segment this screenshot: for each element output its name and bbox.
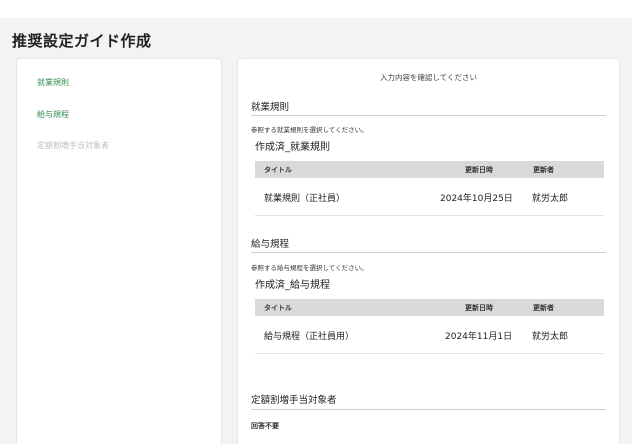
column-header-updated: 更新日時 <box>465 304 493 312</box>
table-title-work-rules: 作成済_就業規則 <box>255 142 330 153</box>
table-header-salary-rules: タイトル 更新日時 更新者 <box>255 299 604 316</box>
section-hint-salary-rules: 参照する給与規程を選択してください。 <box>251 264 368 272</box>
top-bar <box>0 0 632 18</box>
row-updater: 就労太郎 <box>532 194 569 204</box>
section-hint-work-rules: 参照する就業規則を選択してください。 <box>251 126 368 134</box>
table-row[interactable]: 給与規程（正社員用） 2024年11月1日 就労太郎 <box>255 317 604 353</box>
table-row[interactable]: 就業規則（正社員） 2024年10月25日 就労太郎 <box>255 179 604 215</box>
section-divider <box>251 409 606 410</box>
row-title: 給与規程（正社員用） <box>264 332 355 342</box>
column-header-updater: 更新者 <box>533 166 554 174</box>
row-updater: 就労太郎 <box>532 332 569 342</box>
confirm-instruction: 入力内容を確認してください <box>379 73 478 82</box>
column-header-title: タイトル <box>264 304 292 312</box>
table-title-salary-rules: 作成済_給与規程 <box>255 280 330 291</box>
section-divider <box>251 252 606 253</box>
table-header-work-rules: タイトル 更新日時 更新者 <box>255 161 604 178</box>
section-title-work-rules: 就業規則 <box>251 102 290 113</box>
sidebar-item-fixed-allowance: 定額割増手当対象者 <box>37 141 109 150</box>
column-header-updated: 更新日時 <box>465 166 493 174</box>
sidebar-item-work-rules[interactable]: 就業規則 <box>37 77 69 88</box>
row-title: 就業規則（正社員） <box>264 194 346 204</box>
row-updated: 2024年11月1日 <box>445 332 513 342</box>
section-title-fixed-allowance: 定額割増手当対象者 <box>251 395 337 406</box>
row-divider <box>255 215 604 216</box>
page-title: 推奨設定ガイド作成 <box>12 32 152 50</box>
column-header-updater: 更新者 <box>533 304 554 312</box>
answer-not-required-label: 回答不要 <box>251 422 279 430</box>
section-title-salary-rules: 給与規程 <box>251 239 290 250</box>
row-updated: 2024年10月25日 <box>440 194 513 204</box>
row-divider <box>255 353 604 354</box>
confirmation-panel: 入力内容を確認してください 就業規則 参照する就業規則を選択してください。 作成… <box>237 58 620 444</box>
sidebar: 就業規則 給与規程 定額割増手当対象者 <box>16 58 222 444</box>
column-header-title: タイトル <box>264 166 292 174</box>
sidebar-item-salary-rules[interactable]: 給与規程 <box>37 109 69 120</box>
section-divider <box>251 115 606 116</box>
